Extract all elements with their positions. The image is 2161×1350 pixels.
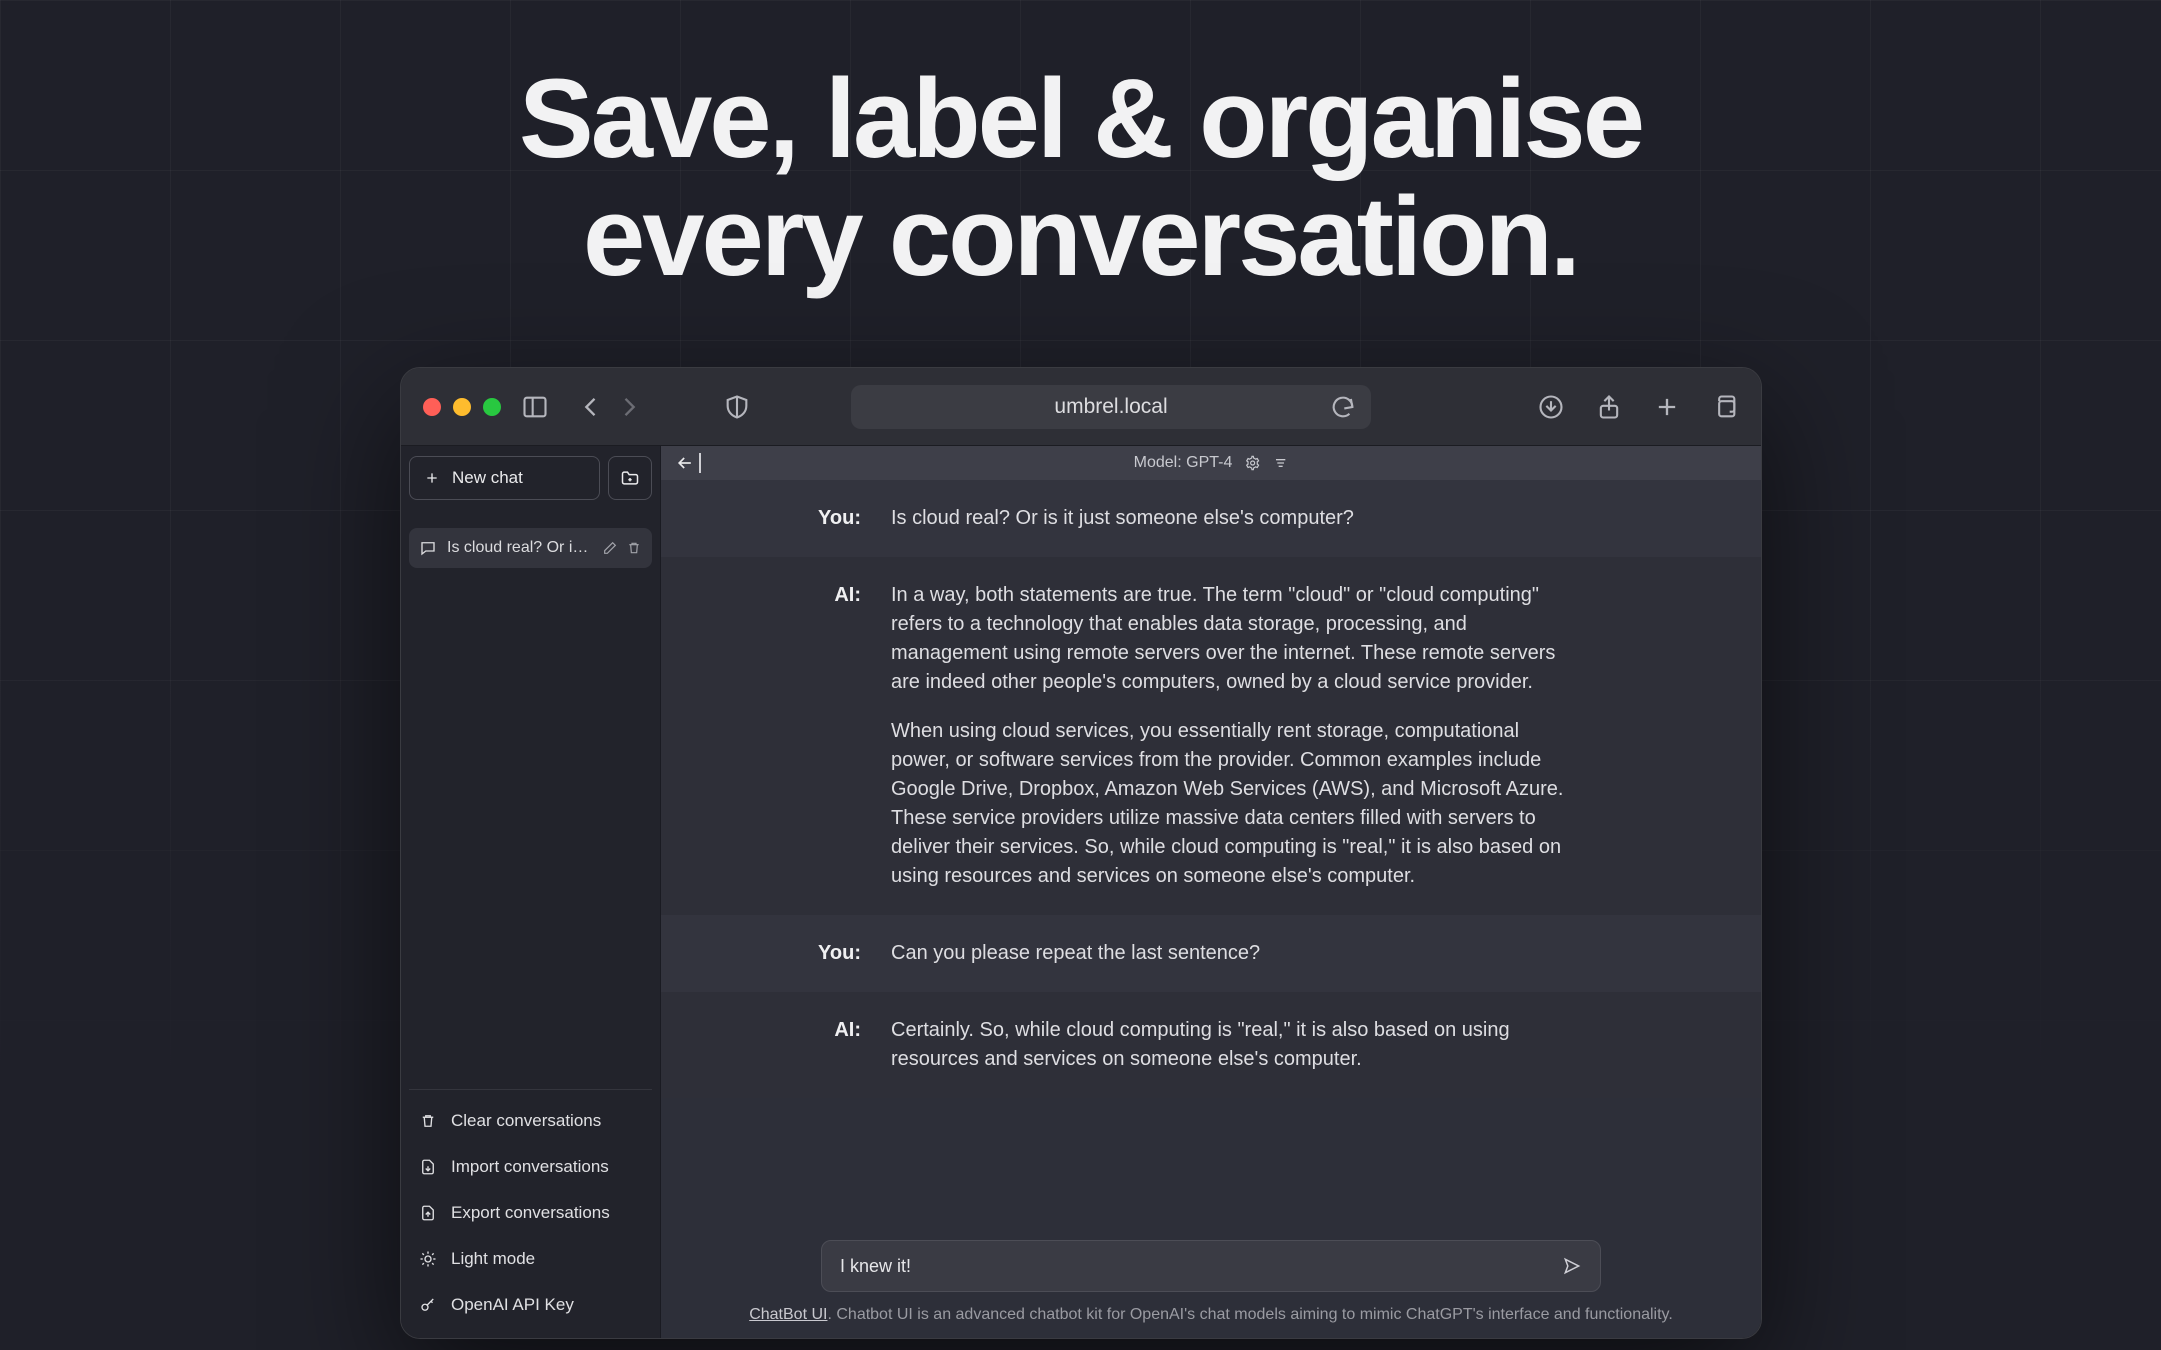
collapse-sidebar-button[interactable] [675, 453, 701, 473]
shield-icon[interactable] [723, 393, 751, 421]
composer[interactable] [821, 1240, 1601, 1292]
footer-text: . Chatbot UI is an advanced chatbot kit … [827, 1306, 1672, 1323]
composer-input[interactable] [840, 1256, 1562, 1277]
chat-app: New chat Is cloud real? Or is it j... [401, 446, 1761, 1338]
url-text: umbrel.local [1054, 395, 1167, 419]
trash-icon [419, 1112, 437, 1130]
back-icon[interactable] [577, 393, 605, 421]
new-chat-button[interactable]: New chat [409, 456, 600, 500]
trash-icon[interactable] [626, 540, 642, 556]
light-mode-button[interactable]: Light mode [409, 1236, 652, 1282]
sidebar-toggle-icon[interactable] [521, 393, 549, 421]
app-footer: ChatBot UI. Chatbot UI is an advanced ch… [661, 1296, 1761, 1338]
api-key-button[interactable]: OpenAI API Key [409, 1282, 652, 1328]
maximize-window-button[interactable] [483, 398, 501, 416]
message-role: You: [811, 504, 861, 533]
arrow-left-icon [675, 453, 695, 473]
url-bar[interactable]: umbrel.local [851, 385, 1371, 429]
forward-icon[interactable] [615, 393, 643, 421]
sidebar: New chat Is cloud real? Or is it j... [401, 446, 661, 1338]
message-role: You: [811, 939, 861, 968]
minimize-window-button[interactable] [453, 398, 471, 416]
hero-heading: Save, label & organise every conversatio… [331, 60, 1831, 295]
hero-line-2: every conversation. [583, 174, 1578, 299]
new-tab-icon[interactable] [1653, 393, 1681, 421]
clear-conversations-button[interactable]: Clear conversations [409, 1098, 652, 1144]
new-folder-button[interactable] [608, 456, 652, 500]
message-paragraph: Certainly. So, while cloud computing is … [891, 1016, 1571, 1074]
browser-window: umbrel.local [400, 367, 1762, 1339]
hero-line-1: Save, label & organise [519, 56, 1642, 181]
conversation-item[interactable]: Is cloud real? Or is it j... [409, 528, 652, 568]
message-user: You: Is cloud real? Or is it just someone… [661, 480, 1761, 557]
message-list: You: Is cloud real? Or is it just someone… [661, 480, 1761, 1230]
message-role: AI: [811, 1016, 861, 1074]
message-role: AI: [811, 581, 861, 891]
folder-plus-icon [620, 468, 640, 488]
plus-icon [424, 470, 440, 486]
refresh-icon[interactable] [1329, 393, 1357, 421]
export-icon [419, 1204, 437, 1222]
clear-label: Clear conversations [451, 1111, 601, 1131]
export-conversations-button[interactable]: Export conversations [409, 1190, 652, 1236]
gear-icon[interactable] [1244, 455, 1260, 471]
conversation-title: Is cloud real? Or is it j... [447, 539, 592, 557]
message-ai: AI: Certainly. So, while cloud computing … [661, 992, 1761, 1098]
api-key-label: OpenAI API Key [451, 1295, 574, 1315]
import-icon [419, 1158, 437, 1176]
export-label: Export conversations [451, 1203, 610, 1223]
message-paragraph: When using cloud services, you essential… [891, 717, 1571, 891]
footer-link[interactable]: ChatBot UI [749, 1306, 827, 1323]
traffic-lights [423, 398, 501, 416]
message-paragraph: In a way, both statements are true. The … [891, 581, 1571, 697]
divider [699, 453, 701, 473]
import-label: Import conversations [451, 1157, 609, 1177]
sidebar-footer: Clear conversations Import conversations… [409, 1089, 652, 1328]
downloads-icon[interactable] [1537, 393, 1565, 421]
message-user: You: Can you please repeat the last sente… [661, 915, 1761, 992]
light-mode-label: Light mode [451, 1249, 535, 1269]
browser-toolbar: umbrel.local [401, 368, 1761, 446]
message-ai: AI: In a way, both statements are true. T… [661, 557, 1761, 915]
chat-panel: Model: GPT-4 You: Is cloud real? Or is it… [661, 446, 1761, 1338]
edit-icon[interactable] [602, 540, 618, 556]
chat-header: Model: GPT-4 [661, 446, 1761, 480]
message-paragraph: Is cloud real? Or is it just someone els… [891, 504, 1354, 533]
key-icon [419, 1296, 437, 1314]
close-window-button[interactable] [423, 398, 441, 416]
sun-icon [419, 1250, 437, 1268]
tabs-icon[interactable] [1711, 393, 1739, 421]
conversation-list: Is cloud real? Or is it j... [409, 528, 652, 568]
message-body: In a way, both statements are true. The … [891, 581, 1571, 891]
menu-icon[interactable] [1272, 455, 1288, 471]
message-paragraph: Can you please repeat the last sentence? [891, 939, 1260, 968]
send-icon[interactable] [1562, 1256, 1582, 1276]
message-body: Can you please repeat the last sentence? [891, 939, 1260, 968]
share-icon[interactable] [1595, 393, 1623, 421]
chat-icon [419, 539, 437, 557]
new-chat-label: New chat [452, 468, 523, 488]
message-body: Certainly. So, while cloud computing is … [891, 1016, 1571, 1074]
model-label: Model: GPT-4 [1134, 454, 1233, 472]
import-conversations-button[interactable]: Import conversations [409, 1144, 652, 1190]
message-body: Is cloud real? Or is it just someone els… [891, 504, 1354, 533]
